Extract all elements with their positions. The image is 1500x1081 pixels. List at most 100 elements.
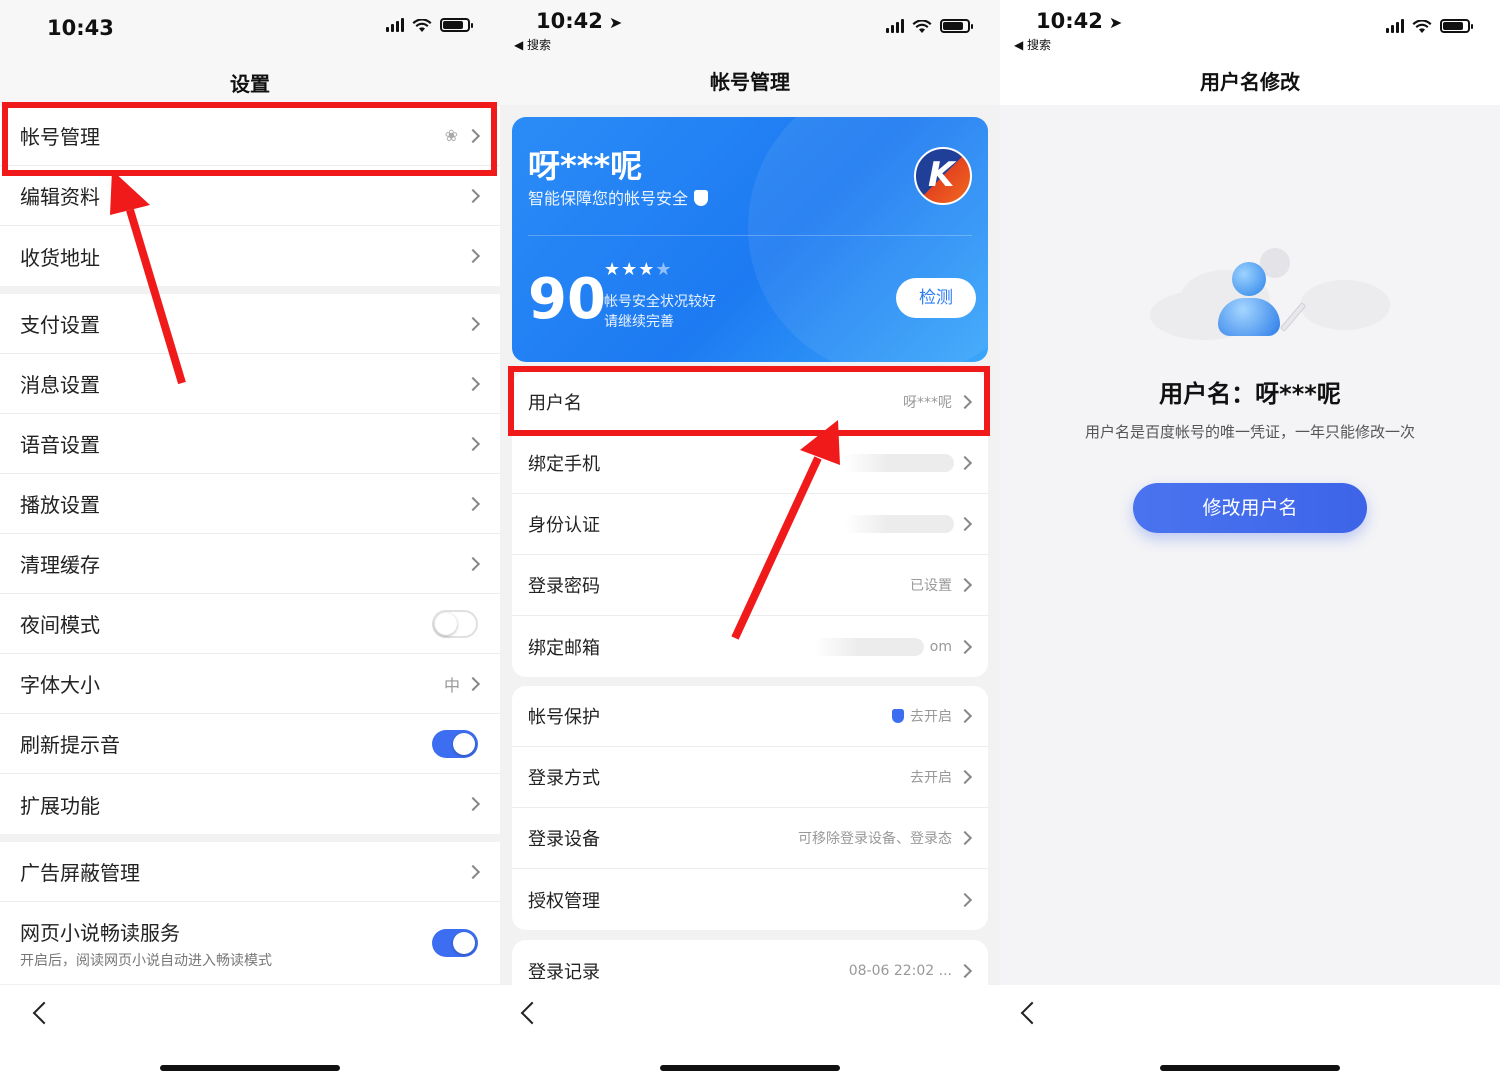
chevron-right-icon [465,316,481,331]
chevron-right-icon [957,892,973,907]
account-row[interactable]: 登录方式 去开启 [512,747,988,808]
settings-row[interactable]: 网页小说畅读服务开启后，阅读网页小说自动进入畅读模式 [0,902,500,984]
chevron-right-icon [465,188,481,203]
settings-row[interactable]: 收货地址 [0,226,500,286]
toggle-switch[interactable] [432,729,478,758]
signal-icon [386,18,404,32]
edit-username-button[interactable]: 修改用户名 [1133,483,1367,533]
settings-row-value: 中 [443,675,460,695]
settings-group: 广告屏蔽管理网页小说畅读服务开启后，阅读网页小说自动进入畅读模式 [0,842,500,984]
settings-row[interactable]: 刷新提示音 [0,714,500,774]
account-row-value: 可移除登录设备、登录态 [798,831,952,847]
account-row[interactable]: 帐号保护 去开启 [512,686,988,747]
highlight-box-account [2,102,497,176]
settings-row[interactable]: 夜间模式 [0,594,500,654]
signal-icon [886,19,904,33]
back-chevron-icon[interactable] [32,1001,56,1025]
battery-icon [940,19,973,33]
settings-row[interactable]: 扩展功能 [0,774,500,834]
account-row-label: 登录密码 [528,576,600,597]
chevron-right-icon [465,496,481,511]
page-title: 帐号管理 [710,70,790,94]
back-chevron-icon[interactable] [520,1001,544,1025]
settings-row-label: 夜间模式 [20,613,100,637]
settings-row[interactable]: 广告屏蔽管理 [0,842,500,902]
account-row-label: 登录记录 [528,961,600,983]
chevron-right-icon [465,676,481,691]
toggle-switch[interactable] [432,929,478,957]
security-card: 呀***呢 智能保障您的帐号安全 K 90 ★★★★ 帐号安全状况较好 请继续完… [512,117,988,362]
chevron-right-icon [957,830,973,846]
username-description: 用户名是百度帐号的唯一凭证，一年只能修改一次 [1084,423,1415,441]
account-screen: 10:42 ➤ ◀ 搜索 帐号管理 呀***呢 智能保障您的帐号安全 K 90 ★… [500,0,1000,1081]
account-row-value: 08-06 22:02 ... [848,962,952,979]
settings-row[interactable]: 播放设置 [0,474,500,534]
bottom-bar [0,985,500,1081]
settings-screen: 10:43 设置 帐号管理 ❀ 编辑资料 收货地址 支付设置 消息设置 语音设置 播放设置 清理… [0,0,500,1081]
account-row-label: 帐号保护 [528,707,600,728]
security-status-line1: 帐号安全状况较好 [604,294,716,310]
star-icon: ★ [638,259,656,280]
location-arrow-icon: ➤ [1108,13,1123,32]
battery-icon [440,18,473,32]
account-row[interactable]: 绑定邮箱 om [512,616,988,677]
wifi-icon [912,19,932,33]
shield-icon [892,709,904,723]
avatar[interactable]: K [914,147,972,205]
settings-group: 支付设置消息设置语音设置播放设置清理缓存夜间模式字体大小 中刷新提示音扩展功能 [0,294,500,834]
pencil-icon [1279,302,1307,332]
star-rating: ★★★★ [604,259,673,280]
settings-row[interactable]: 支付设置 [0,294,500,354]
settings-row-sub: 开启后，阅读网页小说自动进入畅读模式 [20,952,272,969]
account-row-value: om [929,638,952,655]
back-to-search[interactable]: ◀ 搜索 [1014,36,1051,53]
star-icon: ★ [604,259,622,280]
home-indicator [160,1065,340,1071]
settings-row-label: 网页小说畅读服务 [20,920,180,945]
settings-row-label: 消息设置 [20,373,100,397]
star-icon: ★ [621,259,639,280]
status-bar: 10:43 [0,0,500,60]
settings-row[interactable]: 消息设置 [0,354,500,414]
account-row[interactable]: 登录密码 已设置 [512,555,988,616]
toggle-switch[interactable] [432,609,478,638]
security-score: 90 [528,267,606,332]
chevron-right-icon [957,516,973,532]
bottom-bar [500,985,1000,1081]
account-row-value: 去开启 [910,709,952,725]
account-security-list: 帐号保护 去开启 登录方式 去开启 登录设备 可移除登录设备、登录态 授权管理 [512,686,988,930]
account-row-label: 登录方式 [528,768,600,789]
wifi-icon [1412,19,1432,33]
security-status-line2: 请继续完善 [604,314,674,330]
screenshot-composite: 10:43 设置 帐号管理 ❀ 编辑资料 收货地址 支付设置 消息设置 语音设置 播放设置 清理… [0,0,1500,1081]
toggle-knob [435,612,457,635]
status-time: 10:42 ➤ [536,9,623,33]
toggle-knob [453,932,475,954]
back-to-search[interactable]: ◀ 搜索 [514,36,551,53]
account-row[interactable]: 绑定手机 [512,433,988,494]
settings-row-label: 支付设置 [20,313,100,337]
home-indicator [1160,1065,1340,1071]
account-row-label: 绑定邮箱 [528,637,600,659]
account-row-label: 授权管理 [528,890,600,912]
chevron-right-icon [957,769,973,785]
home-indicator [660,1065,840,1071]
shield-check-icon [694,190,709,206]
settings-row-label: 扩展功能 [20,793,100,818]
chevron-right-icon [957,577,973,593]
chevron-right-icon [957,708,973,724]
account-row[interactable]: 授权管理 [512,869,988,930]
account-row[interactable]: 登录设备 可移除登录设备、登录态 [512,808,988,869]
settings-row[interactable]: 语音设置 [0,414,500,474]
back-chevron-icon[interactable] [1020,1001,1044,1025]
chevron-right-icon [465,864,481,879]
settings-row[interactable]: 字体大小 中 [0,654,500,714]
user-illustration-icon [1150,240,1390,350]
account-row[interactable]: 身份认证 [512,494,988,555]
settings-row[interactable]: 清理缓存 [0,534,500,594]
settings-row-label: 广告屏蔽管理 [20,861,140,885]
battery-icon [1440,19,1473,33]
page-title: 用户名修改 [1200,70,1300,94]
check-button[interactable]: 检测 [896,278,976,318]
settings-row-label: 播放设置 [20,493,100,517]
